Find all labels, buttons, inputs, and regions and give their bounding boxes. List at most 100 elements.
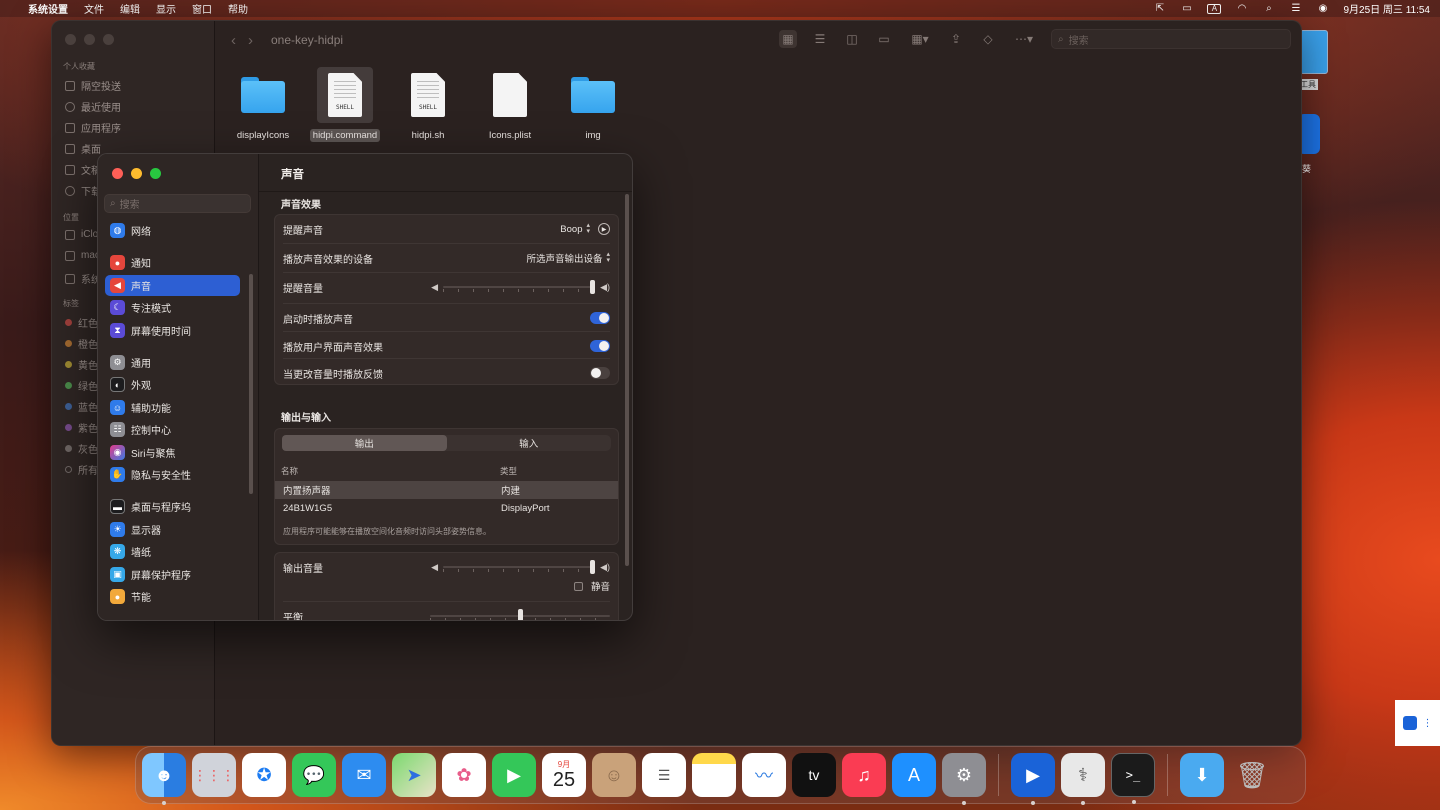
disk-utility-app-icon[interactable]: ⚕ [1061, 753, 1105, 805]
sidebar-item-network[interactable]: ◍ 网络 [105, 220, 240, 241]
output-volume-slider[interactable] [443, 560, 596, 574]
launchpad-app-icon[interactable]: ⋮⋮⋮ [192, 753, 236, 797]
slider-knob[interactable] [590, 280, 596, 294]
menu-file[interactable]: 文件 [84, 1, 104, 16]
desktop-folder-icon[interactable] [1300, 30, 1328, 74]
search-field[interactable]: ⌕ 搜索 [1051, 29, 1291, 49]
minimize-button[interactable] [84, 34, 95, 45]
photos-app-icon[interactable]: ✿ [442, 753, 486, 797]
sidebar-item-control-center[interactable]: ☷ 控制中心 [105, 419, 240, 440]
startup-sound-toggle[interactable] [590, 312, 610, 324]
sidebar-item-accessibility[interactable]: ☺ 辅助功能 [105, 397, 240, 418]
file-item[interactable]: SHELL hidpi.sh [387, 67, 469, 142]
sidebar-item-mac[interactable]: mac [65, 250, 100, 261]
system-settings-app-icon[interactable]: ⚙ [942, 753, 986, 805]
menu-window[interactable]: 窗口 [192, 1, 212, 16]
tag-icon[interactable]: ◇ [979, 30, 997, 48]
menu-edit[interactable]: 编辑 [120, 1, 140, 16]
music-app-icon[interactable]: ♫ [842, 753, 886, 797]
sidebar-item-desktop[interactable]: 桌面 [65, 141, 101, 156]
slider-knob[interactable] [590, 560, 596, 574]
safari-app-icon[interactable]: ✪ [242, 753, 286, 797]
play-icon[interactable]: ▶ [598, 223, 610, 235]
zoom-button[interactable] [150, 168, 161, 179]
volume-feedback-toggle[interactable] [590, 367, 610, 379]
sidebar-item-screen-time[interactable]: ⧗ 屏幕使用时间 [105, 320, 240, 341]
apple-tv-app-icon[interactable]: tv [792, 753, 836, 797]
sidebar-scrollbar[interactable] [249, 274, 253, 494]
ui-effects-toggle[interactable] [590, 340, 610, 352]
sidebar-item-focus[interactable]: ☾ 专注模式 [105, 297, 240, 318]
column-header-type[interactable]: 类型 [500, 465, 517, 477]
input-source-icon[interactable]: A [1207, 3, 1222, 14]
mute-checkbox[interactable]: 静音 [573, 579, 610, 593]
more-actions-icon[interactable]: ⋯▾ [1011, 30, 1037, 48]
sidebar-item-appearance[interactable]: ◐ 外观 [105, 374, 240, 395]
list-view-icon[interactable]: ☰ [811, 30, 829, 48]
share-icon[interactable]: ⇪ [947, 30, 965, 48]
effects-device-select[interactable]: 所选声音输出设备 ▴ ▾ [526, 251, 610, 265]
gallery-view-icon[interactable]: ▭ [875, 30, 893, 48]
app-store-app-icon[interactable]: A [892, 753, 936, 797]
floating-widget[interactable]: ⋮ [1395, 700, 1440, 746]
sidebar-tag-gray[interactable]: 灰色 [65, 441, 98, 456]
sidebar-item-documents[interactable]: 文稿 [65, 162, 101, 177]
downloads-folder-icon[interactable]: ⬇ [1180, 753, 1224, 797]
table-row[interactable]: 内置扬声器 内建 [275, 481, 618, 499]
search-icon[interactable]: ⌕ [1262, 3, 1275, 14]
content-scrollbar[interactable] [625, 194, 629, 566]
notes-app-icon[interactable] [692, 753, 736, 797]
sidebar-item-system[interactable]: 系统 [65, 271, 101, 286]
facetime-app-icon[interactable]: ▶ [492, 753, 536, 797]
messages-app-icon[interactable]: 💬 [292, 753, 336, 797]
sidebar-tag-green[interactable]: 绿色 [65, 378, 98, 393]
alert-volume-slider[interactable] [443, 280, 596, 294]
sidebar-tag-purple[interactable]: 紫色 [65, 420, 98, 435]
column-header-name[interactable]: 名称 [281, 465, 298, 477]
menu-view[interactable]: 显示 [156, 1, 176, 16]
checkbox-box[interactable] [573, 581, 583, 591]
sidebar-item-energy[interactable]: ● 节能 [105, 586, 240, 607]
reminders-app-icon[interactable]: ☰ [642, 753, 686, 797]
icon-view-icon[interactable]: ▦ [779, 30, 797, 48]
sidebar-tag-orange[interactable]: 橙色 [65, 336, 98, 351]
maps-app-icon[interactable]: ➤ [392, 753, 436, 797]
control-center-icon[interactable]: ☰ [1289, 3, 1302, 14]
finder-app-icon[interactable]: ☻ [142, 753, 186, 805]
terminal-app-icon[interactable]: >_ [1111, 753, 1155, 804]
slider-knob[interactable] [517, 609, 523, 620]
settings-search-input[interactable]: ⌕ 搜索 [104, 194, 251, 213]
menu-clock[interactable]: 9月25日 周三 11:54 [1343, 1, 1430, 16]
zoom-button[interactable] [103, 34, 114, 45]
tab-output[interactable]: 输出 [282, 435, 447, 451]
remote-app-icon[interactable] [1402, 716, 1417, 730]
sidebar-tag-blue[interactable]: 蓝色 [65, 399, 98, 414]
mail-app-icon[interactable]: ✉ [342, 753, 386, 797]
remote-desktop-app-icon[interactable]: ▶ [1011, 753, 1055, 805]
no-mouse-icon[interactable]: ⇱ [1153, 3, 1166, 14]
sidebar-item-screensaver[interactable]: ▣ 屏幕保护程序 [105, 564, 240, 585]
column-view-icon[interactable]: ◫ [843, 30, 861, 48]
sidebar-tag-yellow[interactable]: 黄色 [65, 357, 98, 372]
sidebar-item-downloads[interactable]: 下载 [65, 183, 101, 198]
sidebar-item-airdrop[interactable]: 隔空投送 [65, 78, 121, 93]
contacts-app-icon[interactable]: ☺ [592, 753, 636, 797]
screen-mirror-icon[interactable]: ▭ [1180, 3, 1193, 14]
sidebar-item-recents[interactable]: 最近使用 [65, 99, 121, 114]
sidebar-item-sound[interactable]: ◀ 声音 [105, 275, 240, 296]
sidebar-tag-all[interactable]: 所有 [65, 462, 98, 477]
menu-app-name[interactable]: 系统设置 [28, 1, 68, 16]
sidebar-item-privacy[interactable]: ✋ 隐私与安全性 [105, 464, 240, 485]
sidebar-item-wallpaper[interactable]: ❋ 墙纸 [105, 541, 240, 562]
minimize-button[interactable] [131, 168, 142, 179]
close-button[interactable] [112, 168, 123, 179]
alert-sound-select[interactable]: Boop ▴ ▾ ▶ [560, 222, 610, 235]
table-row[interactable]: 24B1W1G5 DisplayPort [275, 499, 618, 517]
freeform-app-icon[interactable]: 〰 [742, 753, 786, 797]
siri-icon[interactable]: ◉ [1316, 3, 1329, 14]
wifi-icon[interactable]: ◠ [1235, 3, 1248, 14]
more-vertical-icon[interactable]: ⋮ [1423, 718, 1433, 729]
sidebar-tag-red[interactable]: 红色 [65, 315, 98, 330]
tab-input[interactable]: 输入 [447, 435, 612, 451]
back-chevron-icon[interactable]: ‹ [231, 32, 236, 49]
